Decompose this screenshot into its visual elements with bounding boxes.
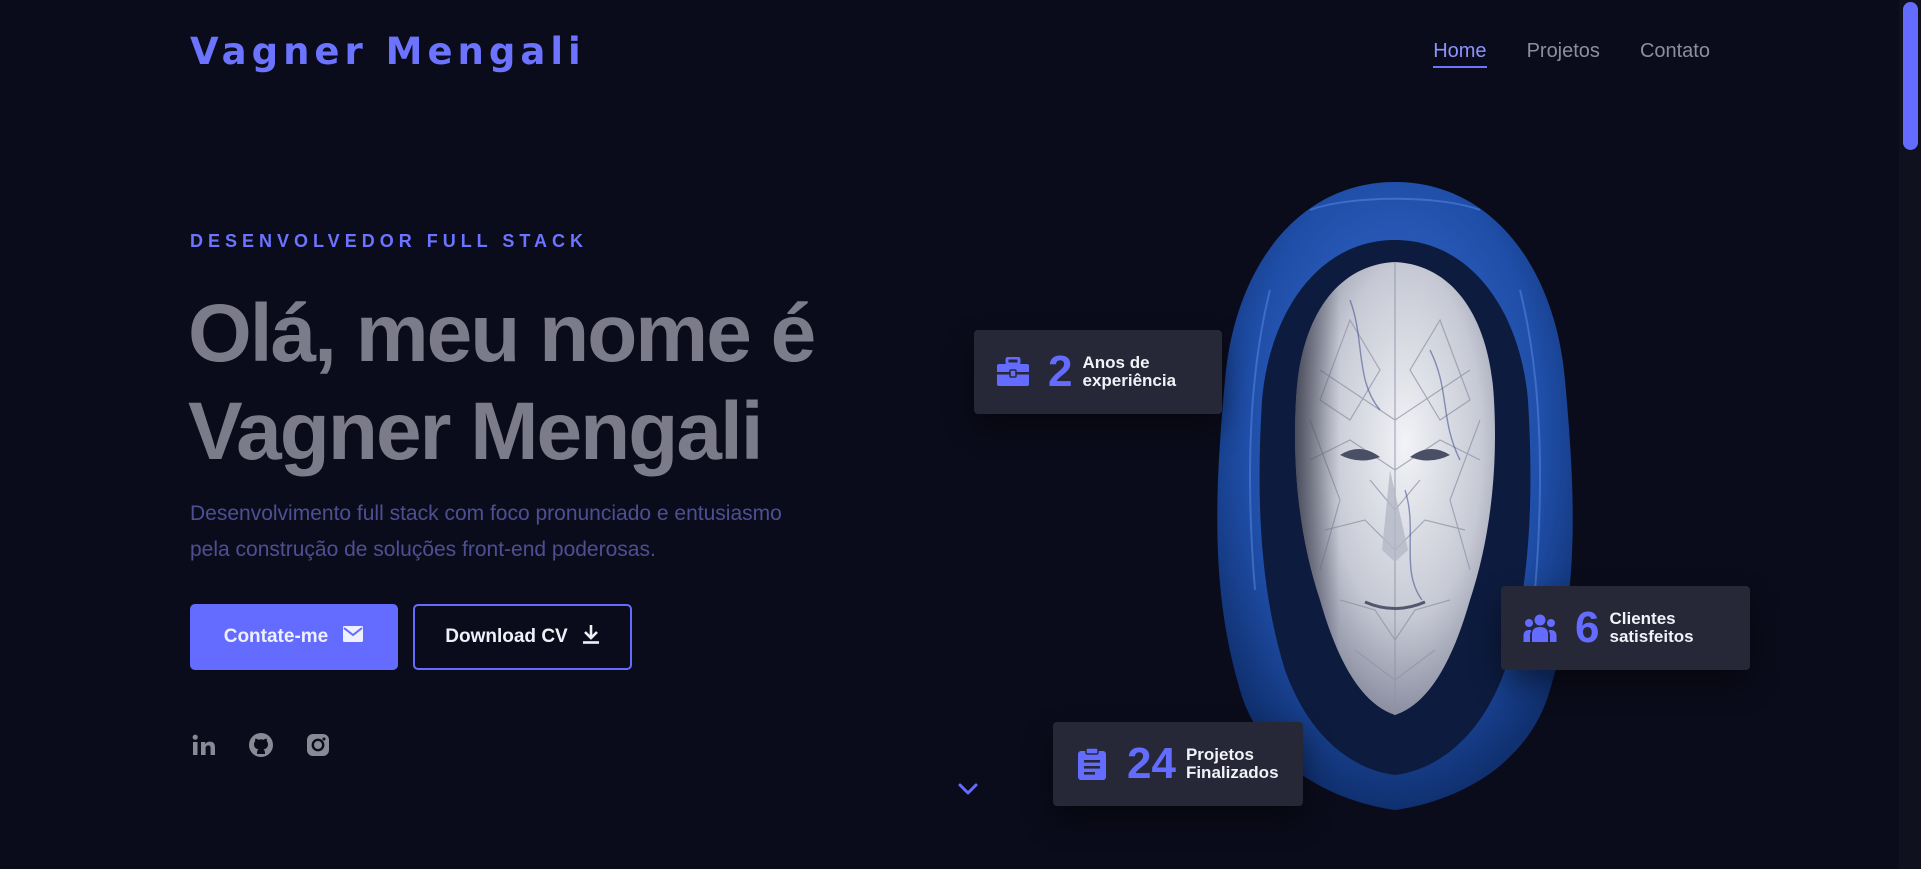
contact-button-label: Contate-me [223, 626, 329, 647]
page-scrollbar[interactable] [1899, 0, 1921, 869]
headline-line-2: Vagner Mengali [188, 386, 764, 477]
headline-line-1: Olá, meu nome é [188, 288, 816, 379]
contact-button[interactable]: Contate-me [190, 604, 398, 670]
stat-projects-label: Projetos Finalizados [1186, 746, 1279, 782]
download-icon [582, 624, 600, 650]
briefcase-icon [996, 355, 1030, 389]
hero-intro: Desenvolvimento full stack com foco pron… [190, 496, 820, 568]
chevron-down-icon[interactable] [956, 779, 980, 799]
mail-icon [342, 625, 364, 649]
clipboard-icon [1075, 747, 1109, 781]
users-icon [1523, 611, 1557, 645]
download-cv-label: Download CV [445, 626, 568, 647]
intro-line-2: pela construção de soluções front-end po… [190, 538, 656, 561]
scrollbar-thumb[interactable] [1903, 2, 1918, 150]
github-icon[interactable] [247, 731, 274, 758]
stat-experience-number: 2 [1048, 347, 1073, 396]
hero-eyebrow: DESENVOLVEDOR FULL STACK [190, 231, 589, 251]
download-cv-button[interactable]: Download CV [413, 604, 632, 670]
site-logo[interactable]: Vagner Mengali [190, 30, 586, 73]
stat-experience-label-line-2: experiência [1082, 371, 1177, 390]
social-links [190, 731, 331, 758]
stat-clients-label-line-2: satisfeitos [1609, 627, 1694, 646]
nav-item-projetos[interactable]: Projetos [1527, 40, 1600, 68]
stat-experience: 2 Anos de experiência [974, 330, 1222, 414]
stat-clients-label-line-1: Clientes [1609, 609, 1676, 628]
hero-headline: Olá, meu nome é Vagner Mengali [188, 285, 908, 481]
main-nav: Home Projetos Contato [1433, 40, 1710, 68]
linkedin-icon[interactable] [190, 731, 217, 758]
instagram-icon[interactable] [304, 731, 331, 758]
stat-experience-label-line-1: Anos de [1082, 353, 1150, 372]
page: Vagner Mengali Home Projetos Contato DES… [0, 0, 1921, 869]
nav-item-home[interactable]: Home [1433, 40, 1487, 68]
stat-experience-label: Anos de experiência [1082, 354, 1176, 390]
stat-projects-number: 24 [1127, 739, 1176, 788]
stat-clients-number: 6 [1575, 603, 1600, 652]
intro-line-1: Desenvolvimento full stack com foco pron… [190, 502, 782, 525]
stat-clients-label: Clientes satisfeitos [1609, 610, 1693, 646]
stat-projects-label-line-1: Projetos [1185, 745, 1254, 764]
nav-item-contato[interactable]: Contato [1640, 40, 1710, 68]
stat-projects: 24 Projetos Finalizados [1053, 722, 1303, 806]
stat-clients: 6 Clientes satisfeitos [1501, 586, 1750, 670]
stat-projects-label-line-2: Finalizados [1185, 763, 1279, 782]
